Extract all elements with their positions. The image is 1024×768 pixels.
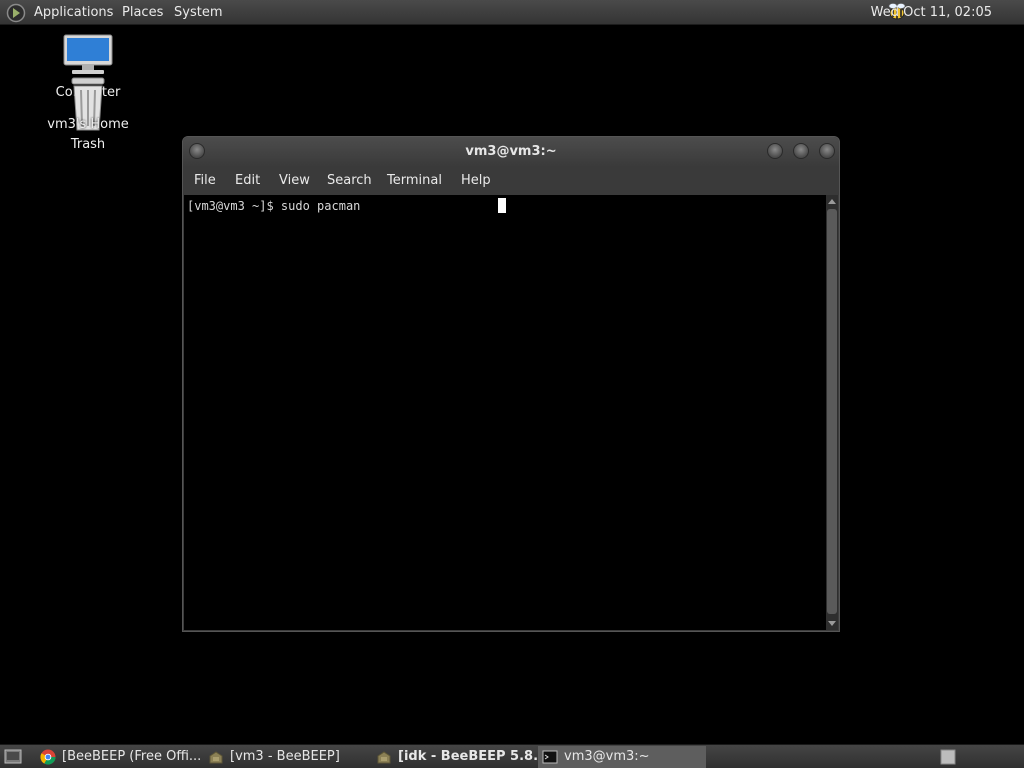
- menu-system[interactable]: System: [174, 0, 222, 25]
- menu-view[interactable]: View: [279, 167, 310, 195]
- menu-edit[interactable]: Edit: [235, 167, 260, 195]
- menu-terminal[interactable]: Terminal: [387, 167, 442, 195]
- applications-logo-icon[interactable]: [6, 3, 26, 23]
- show-desktop-icon[interactable]: [4, 749, 22, 764]
- minimize-button[interactable]: [767, 143, 783, 159]
- task-label: [vm3 - BeeBEEP]: [230, 749, 340, 764]
- menu-file[interactable]: File: [194, 167, 216, 195]
- task-label: [idk - BeeBEEP 5.8.6]: [398, 749, 538, 764]
- top-panel: Applications Places System Wed Oct 11, 0…: [0, 0, 1024, 25]
- clock[interactable]: Wed Oct 11, 02:05: [871, 0, 992, 25]
- terminal-window[interactable]: vm3@vm3:~ File Edit View Search Terminal…: [182, 136, 840, 632]
- taskbar-item-beebeep-browser[interactable]: [BeeBEEP (Free Offi...: [36, 746, 204, 768]
- task-label: [BeeBEEP (Free Offi...: [62, 749, 202, 764]
- terminal-menubar: File Edit View Search Terminal Help: [183, 167, 839, 195]
- text-cursor: [498, 198, 506, 213]
- desktop-label-trash[interactable]: Trash: [28, 137, 148, 152]
- workspace-switcher-icon[interactable]: [940, 749, 956, 765]
- terminal-icon: [542, 750, 558, 764]
- command-prompt-line: [vm3@vm3 ~]$ sudo pacman: [187, 199, 361, 213]
- vertical-scrollbar[interactable]: [826, 195, 838, 630]
- close-button[interactable]: [819, 143, 835, 159]
- window-menu-button[interactable]: [189, 143, 205, 159]
- maximize-button[interactable]: [793, 143, 809, 159]
- menu-places[interactable]: Places: [122, 0, 163, 25]
- scroll-down-arrow-icon[interactable]: [828, 621, 836, 626]
- menu-help[interactable]: Help: [461, 167, 491, 195]
- taskbar-item-terminal[interactable]: vm3@vm3:~: [538, 746, 706, 768]
- taskbar-item-idk-beebeep[interactable]: [idk - BeeBEEP 5.8.6]: [372, 746, 538, 768]
- window-title[interactable]: vm3@vm3:~: [183, 137, 839, 167]
- task-label: vm3@vm3:~: [564, 749, 650, 764]
- taskbar-item-vm3-beebeep[interactable]: [vm3 - BeeBEEP]: [204, 746, 364, 768]
- menu-applications[interactable]: Applications: [34, 0, 113, 25]
- desktop-label-home[interactable]: vm3's Home: [28, 117, 148, 132]
- beebeep-icon: [377, 751, 391, 764]
- scroll-up-arrow-icon[interactable]: [828, 199, 836, 204]
- menu-search[interactable]: Search: [327, 167, 372, 195]
- beebeep-icon: [209, 751, 223, 764]
- chrome-icon: [40, 749, 56, 765]
- scrollbar-thumb[interactable]: [827, 209, 837, 614]
- bottom-panel: [BeeBEEP (Free Offi... [vm3 - BeeBEEP] […: [0, 744, 1024, 768]
- terminal-output[interactable]: [vm3@vm3 ~]$ sudo pacman: [184, 195, 828, 630]
